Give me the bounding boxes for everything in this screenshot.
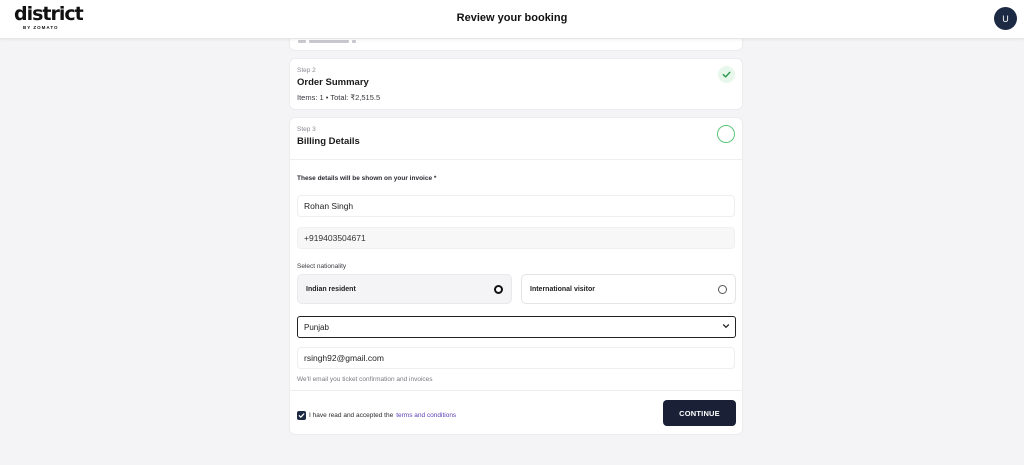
user-avatar[interactable]: U [994,7,1017,30]
continue-button[interactable]: CONTINUE [663,400,736,426]
indian-resident-option[interactable]: Indian resident [297,274,512,304]
divider [290,159,742,160]
international-visitor-option[interactable]: International visitor [521,274,736,304]
top-bar: district BY ZOMATO Review your booking U [0,0,1024,39]
state-select[interactable]: Punjab [297,316,736,338]
email-field[interactable]: rsingh92@gmail.com [297,347,735,369]
step-label: Step 3 [297,126,316,133]
divider [290,390,742,391]
radio-selected-icon[interactable] [494,285,503,294]
terms-row: I have read and accepted the terms and c… [297,411,456,420]
order-summary-card[interactable]: Step 2 Order Summary Items: 1 • Total: ₹… [289,58,743,110]
page-title: Review your booking [456,12,568,24]
check-icon [718,66,735,83]
invoice-note: These details will be shown on your invo… [297,175,437,182]
step-title: Order Summary [297,77,369,88]
order-summary-text: Items: 1 • Total: ₹2,515.5 [297,93,381,102]
email-hint: We'll email you ticket confirmation and … [297,376,433,383]
nationality-label: Select nationality [297,263,347,270]
billing-details-card: Step 3 Billing Details These details wil… [289,117,743,435]
step-title: Billing Details [297,136,360,147]
option-label: International visitor [530,285,595,293]
phone-field[interactable]: +919403504671 [297,227,735,249]
step1-peek [298,40,388,44]
terms-link[interactable]: terms and conditions [396,412,456,419]
radio-unselected-icon[interactable] [718,285,727,294]
name-field[interactable]: Rohan Singh [297,195,735,217]
step-label: Step 2 [297,67,316,74]
terms-checkbox[interactable] [297,411,306,420]
logo-subtext: BY ZOMATO [23,25,59,30]
option-label: Indian resident [306,285,356,293]
chevron-down-icon [721,321,731,333]
step-status-ring-icon [717,125,735,143]
state-value: Punjab [304,322,329,332]
terms-text: I have read and accepted the [309,412,394,419]
